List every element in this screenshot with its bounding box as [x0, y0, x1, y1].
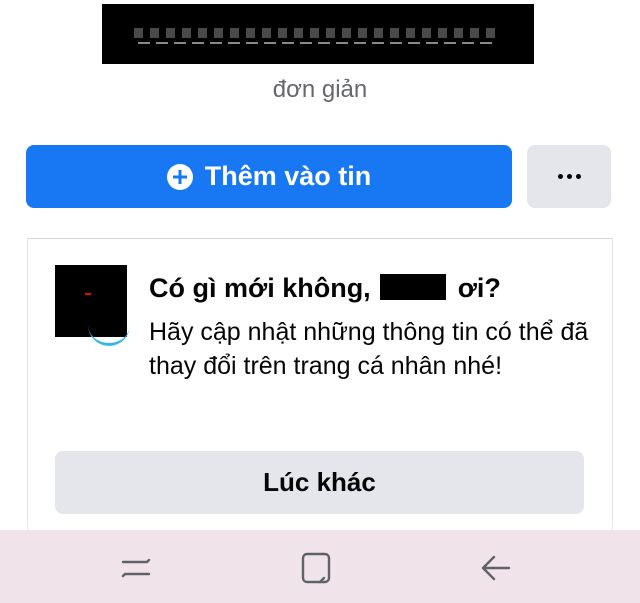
prompt-title-suffix: ơi? — [457, 273, 501, 303]
avatar-ring — [88, 321, 130, 346]
update-profile-card: Có gì mới không, ơi? Hãy cập nhật những … — [27, 238, 613, 539]
add-to-story-button[interactable]: Thêm vào tin — [26, 145, 512, 208]
profile-name-redacted — [102, 4, 534, 64]
user-name-redacted — [380, 274, 447, 300]
more-horizontal-icon — [557, 174, 581, 179]
profile-bio: đơn giản — [272, 76, 368, 103]
prompt-title: Có gì mới không, ơi? — [149, 273, 501, 304]
prompt-body: Hãy cập nhật những thông tin có thể đã t… — [149, 318, 589, 380]
profile-page: đơn giản Thêm vào tin Có gì mới không, ơ… — [0, 0, 640, 603]
prompt-title-prefix: Có gì mới không, — [149, 273, 371, 303]
more-options-button[interactable] — [527, 145, 611, 208]
avatar-detail — [85, 293, 91, 295]
later-button[interactable]: Lúc khác — [55, 451, 584, 514]
recent-apps-icon — [121, 558, 151, 578]
redaction-noise — [134, 28, 502, 38]
recent-apps-button[interactable] — [116, 548, 156, 588]
home-icon — [301, 552, 331, 584]
back-button[interactable] — [476, 548, 516, 588]
system-navigation-bar — [0, 530, 640, 603]
home-button[interactable] — [296, 548, 336, 588]
plus-circle-icon — [166, 163, 193, 190]
add-to-story-label: Thêm vào tin — [204, 161, 372, 191]
redaction-noise — [138, 42, 494, 44]
back-icon — [481, 555, 511, 581]
